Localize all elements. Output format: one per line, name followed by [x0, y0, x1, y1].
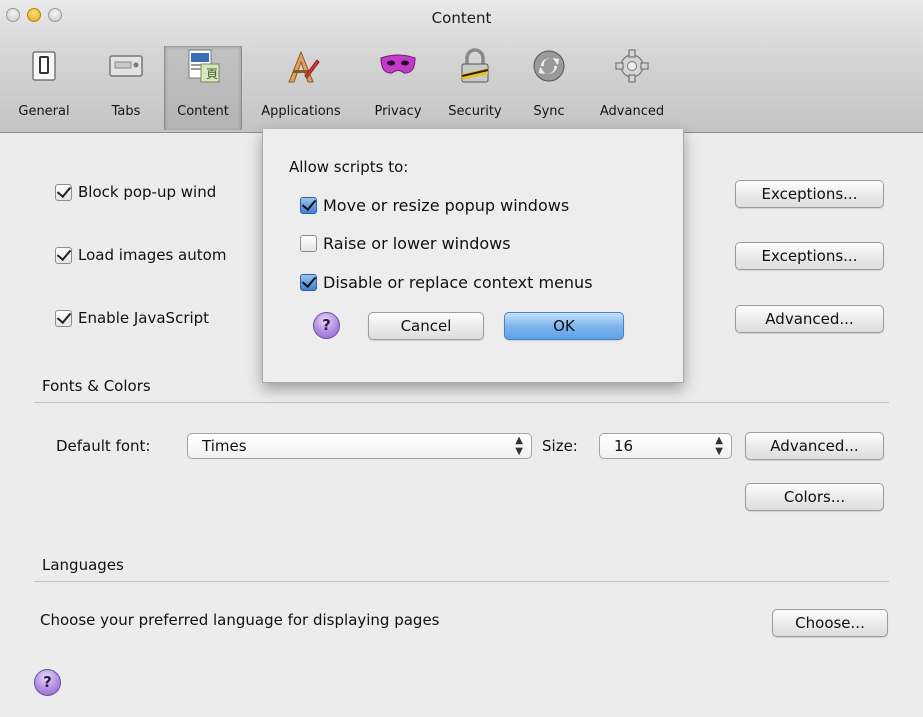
languages-heading: Languages [42, 556, 124, 574]
raise-lower-checkbox[interactable] [300, 235, 317, 252]
sheet-help-button[interactable]: ? [313, 312, 340, 339]
languages-divider [34, 581, 889, 582]
default-font-value: Times [202, 437, 247, 455]
content-icon: 頁 [188, 49, 220, 83]
privacy-mask-icon [380, 54, 416, 74]
colors-button[interactable]: Colors... [745, 483, 884, 511]
tab-tabs-label: Tabs [111, 104, 141, 119]
default-font-select[interactable]: Times ▲ ▼ [187, 433, 532, 459]
tab-sync[interactable]: Sync [518, 46, 580, 130]
javascript-advanced-sheet: Allow scripts to: Move or resize popup w… [262, 129, 684, 383]
gear-icon [615, 49, 649, 83]
enable-javascript-label: Enable JavaScript [78, 309, 210, 327]
tab-applications-label: Applications [261, 104, 341, 119]
images-exceptions-button[interactable]: Exceptions... [735, 242, 884, 270]
window-title: Content [431, 9, 492, 27]
load-images-checkbox[interactable] [55, 246, 72, 264]
applications-icon [288, 50, 320, 83]
popups-exceptions-button[interactable]: Exceptions... [735, 180, 884, 208]
sync-icon [533, 50, 565, 82]
sheet-title: Allow scripts to: [289, 158, 409, 176]
languages-description: Choose your preferred language for displ… [40, 611, 440, 629]
tab-general-label: General [18, 104, 70, 119]
font-size-value: 16 [614, 437, 634, 455]
fonts-colors-heading: Fonts & Colors [42, 377, 151, 395]
tab-content[interactable]: 頁 Content [164, 46, 242, 130]
help-button[interactable]: ? [34, 669, 61, 696]
block-popups-checkbox[interactable] [55, 183, 72, 201]
fonts-advanced-button[interactable]: Advanced... [745, 432, 884, 460]
cancel-button[interactable]: Cancel [368, 312, 484, 340]
lock-icon [461, 48, 489, 83]
tab-content-label: Content [177, 104, 229, 119]
load-images-label: Load images autom [78, 246, 227, 264]
font-size-select[interactable]: 16 ▲ ▼ [599, 433, 732, 459]
title-bar: Content General Tabs 頁 Content Applicati… [0, 0, 923, 133]
select-arrows-icon: ▲ ▼ [515, 435, 523, 457]
tabs-icon [109, 55, 143, 77]
tab-security[interactable]: Security [437, 46, 513, 130]
general-switch-icon [32, 51, 56, 81]
tab-privacy[interactable]: Privacy [364, 46, 432, 130]
tab-applications[interactable]: Applications [247, 46, 355, 130]
load-images-option: Load images autom [55, 246, 226, 264]
context-menus-checkbox[interactable] [300, 274, 317, 291]
tab-advanced[interactable]: Advanced [586, 46, 678, 130]
option-move-resize: Move or resize popup windows [300, 196, 569, 215]
tab-sync-label: Sync [533, 104, 565, 119]
move-resize-checkbox[interactable] [300, 197, 317, 214]
tab-tabs[interactable]: Tabs [92, 46, 160, 130]
context-menus-label: Disable or replace context menus [323, 273, 593, 292]
move-resize-label: Move or resize popup windows [323, 196, 570, 215]
fonts-colors-divider [34, 402, 889, 403]
option-raise-lower: Raise or lower windows [300, 234, 511, 253]
svg-text:頁: 頁 [206, 67, 218, 81]
ok-button[interactable]: OK [504, 312, 624, 340]
tab-security-label: Security [448, 104, 502, 119]
select-arrows-icon: ▲ ▼ [715, 435, 723, 457]
javascript-advanced-button[interactable]: Advanced... [735, 305, 884, 333]
preferences-window: Content General Tabs 頁 Content Applicati… [0, 0, 923, 717]
tab-advanced-label: Advanced [599, 104, 665, 119]
tab-general[interactable]: General [0, 46, 88, 130]
enable-javascript-option: Enable JavaScript [55, 309, 209, 327]
enable-javascript-checkbox[interactable] [55, 309, 72, 327]
choose-language-button[interactable]: Choose... [772, 609, 888, 637]
size-label: Size: [542, 437, 578, 455]
block-popups-label: Block pop-up wind [78, 183, 217, 201]
raise-lower-label: Raise or lower windows [323, 234, 511, 253]
tab-privacy-label: Privacy [374, 104, 422, 119]
default-font-label: Default font: [56, 437, 151, 455]
option-context-menus: Disable or replace context menus [300, 273, 593, 292]
block-popups-option: Block pop-up wind [55, 183, 216, 201]
